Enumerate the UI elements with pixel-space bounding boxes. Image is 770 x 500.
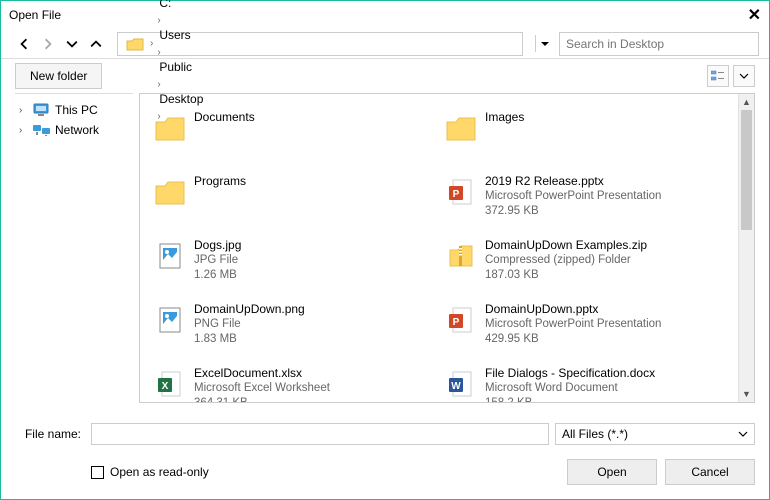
file-type: PNG File <box>194 317 305 332</box>
svg-text:W: W <box>451 381 461 392</box>
docx-icon: W <box>445 368 477 400</box>
file-type: JPG File <box>194 253 241 268</box>
filetype-select[interactable]: All Files (*.*) <box>555 423 755 445</box>
svg-text:P: P <box>453 189 460 200</box>
readonly-checkbox[interactable]: Open as read-only <box>91 465 209 479</box>
breadcrumb-root-icon[interactable] <box>122 37 148 51</box>
scroll-thumb[interactable] <box>741 110 752 230</box>
back-button[interactable] <box>15 35 33 53</box>
chevron-right-icon: › <box>155 47 162 58</box>
view-options-button[interactable] <box>707 65 729 87</box>
checkbox-icon <box>91 466 104 479</box>
chevron-right-icon: › <box>19 105 29 116</box>
folder-icon <box>445 112 477 144</box>
file-item[interactable]: X ExcelDocument.xlsxMicrosoft Excel Works… <box>150 362 437 402</box>
file-name: 2019 R2 Release.pptx <box>485 174 661 189</box>
scroll-up-button[interactable]: ▲ <box>739 94 754 110</box>
folder-icon <box>154 176 186 208</box>
readonly-label: Open as read-only <box>110 465 209 479</box>
pc-icon <box>33 103 51 117</box>
file-type: Compressed (zipped) Folder <box>485 253 647 268</box>
pptx-icon: P <box>445 304 477 336</box>
file-item[interactable]: Dogs.jpgJPG File1.26 MB <box>150 234 437 298</box>
scrollbar[interactable]: ▲ ▼ <box>738 94 754 402</box>
file-size: 187.03 KB <box>485 268 647 283</box>
breadcrumb-item[interactable]: Users <box>155 28 207 42</box>
view-dropdown[interactable] <box>733 65 755 87</box>
new-folder-button[interactable]: New folder <box>15 63 102 89</box>
pptx-icon: P <box>445 176 477 208</box>
tree-item-label: This PC <box>55 103 98 117</box>
tree-item[interactable]: › Network <box>15 120 133 140</box>
image-icon <box>154 240 186 272</box>
file-size: 158.2 KB <box>485 396 655 402</box>
breadcrumb-history-dropdown[interactable] <box>535 35 553 52</box>
file-size: 1.83 MB <box>194 332 305 347</box>
svg-text:P: P <box>453 317 460 328</box>
file-item[interactable]: DomainUpDown.pngPNG File1.83 MB <box>150 298 437 362</box>
cancel-button[interactable]: Cancel <box>665 459 755 485</box>
zip-icon <box>445 240 477 272</box>
file-item[interactable]: Images <box>441 106 728 170</box>
chevron-right-icon: › <box>19 125 29 136</box>
file-name: Documents <box>194 110 255 125</box>
file-size: 1.26 MB <box>194 268 241 283</box>
image-icon <box>154 304 186 336</box>
search-input[interactable] <box>559 32 759 56</box>
up-button[interactable] <box>87 35 105 53</box>
file-type: Microsoft Excel Worksheet <box>194 381 330 396</box>
file-item[interactable]: W File Dialogs - Specification.docxMicros… <box>441 362 728 402</box>
scroll-down-button[interactable]: ▼ <box>739 386 754 402</box>
tree-item-label: Network <box>55 123 99 137</box>
xlsx-icon: X <box>154 368 186 400</box>
file-name: Dogs.jpg <box>194 238 241 253</box>
breadcrumb-item[interactable]: C: <box>155 0 207 10</box>
file-item[interactable]: Documents <box>150 106 437 170</box>
file-item[interactable]: DomainUpDown Examples.zipCompressed (zip… <box>441 234 728 298</box>
breadcrumb[interactable]: › This PC›C:›Users›Public›Desktop› <box>117 32 523 56</box>
file-type: Microsoft Word Document <box>485 381 655 396</box>
filetype-value: All Files (*.*) <box>562 427 628 441</box>
file-size: 364.31 KB <box>194 396 330 402</box>
nav-tree: › This PC › Network <box>15 93 133 403</box>
file-name: Programs <box>194 174 246 189</box>
close-icon[interactable]: ✕ <box>748 5 761 25</box>
file-item[interactable]: P DomainUpDown.pptxMicrosoft PowerPoint P… <box>441 298 728 362</box>
chevron-right-icon: › <box>148 38 155 49</box>
file-name: File Dialogs - Specification.docx <box>485 366 655 381</box>
file-item[interactable]: P 2019 R2 Release.pptxMicrosoft PowerPoin… <box>441 170 728 234</box>
file-type: Microsoft PowerPoint Presentation <box>485 189 661 204</box>
file-name: Images <box>485 110 524 125</box>
file-size: 429.95 KB <box>485 332 661 347</box>
chevron-right-icon: › <box>155 15 162 26</box>
svg-text:X: X <box>162 381 169 392</box>
file-name: DomainUpDown.pptx <box>485 302 661 317</box>
forward-button[interactable] <box>39 35 57 53</box>
folder-icon <box>154 112 186 144</box>
network-icon <box>33 123 51 137</box>
file-name: ExcelDocument.xlsx <box>194 366 330 381</box>
filename-input[interactable] <box>91 423 549 445</box>
file-type: Microsoft PowerPoint Presentation <box>485 317 661 332</box>
file-list: Documents Images Programs P 2019 R2 Release.… <box>140 94 738 402</box>
file-size: 372.95 KB <box>485 204 661 219</box>
window-title: Open File <box>9 8 748 22</box>
tree-item[interactable]: › This PC <box>15 100 133 120</box>
recent-dropdown[interactable] <box>63 35 81 53</box>
filename-label: File name: <box>15 427 91 441</box>
file-name: DomainUpDown.png <box>194 302 305 317</box>
open-button[interactable]: Open <box>567 459 657 485</box>
file-name: DomainUpDown Examples.zip <box>485 238 647 253</box>
file-item[interactable]: Programs <box>150 170 437 234</box>
